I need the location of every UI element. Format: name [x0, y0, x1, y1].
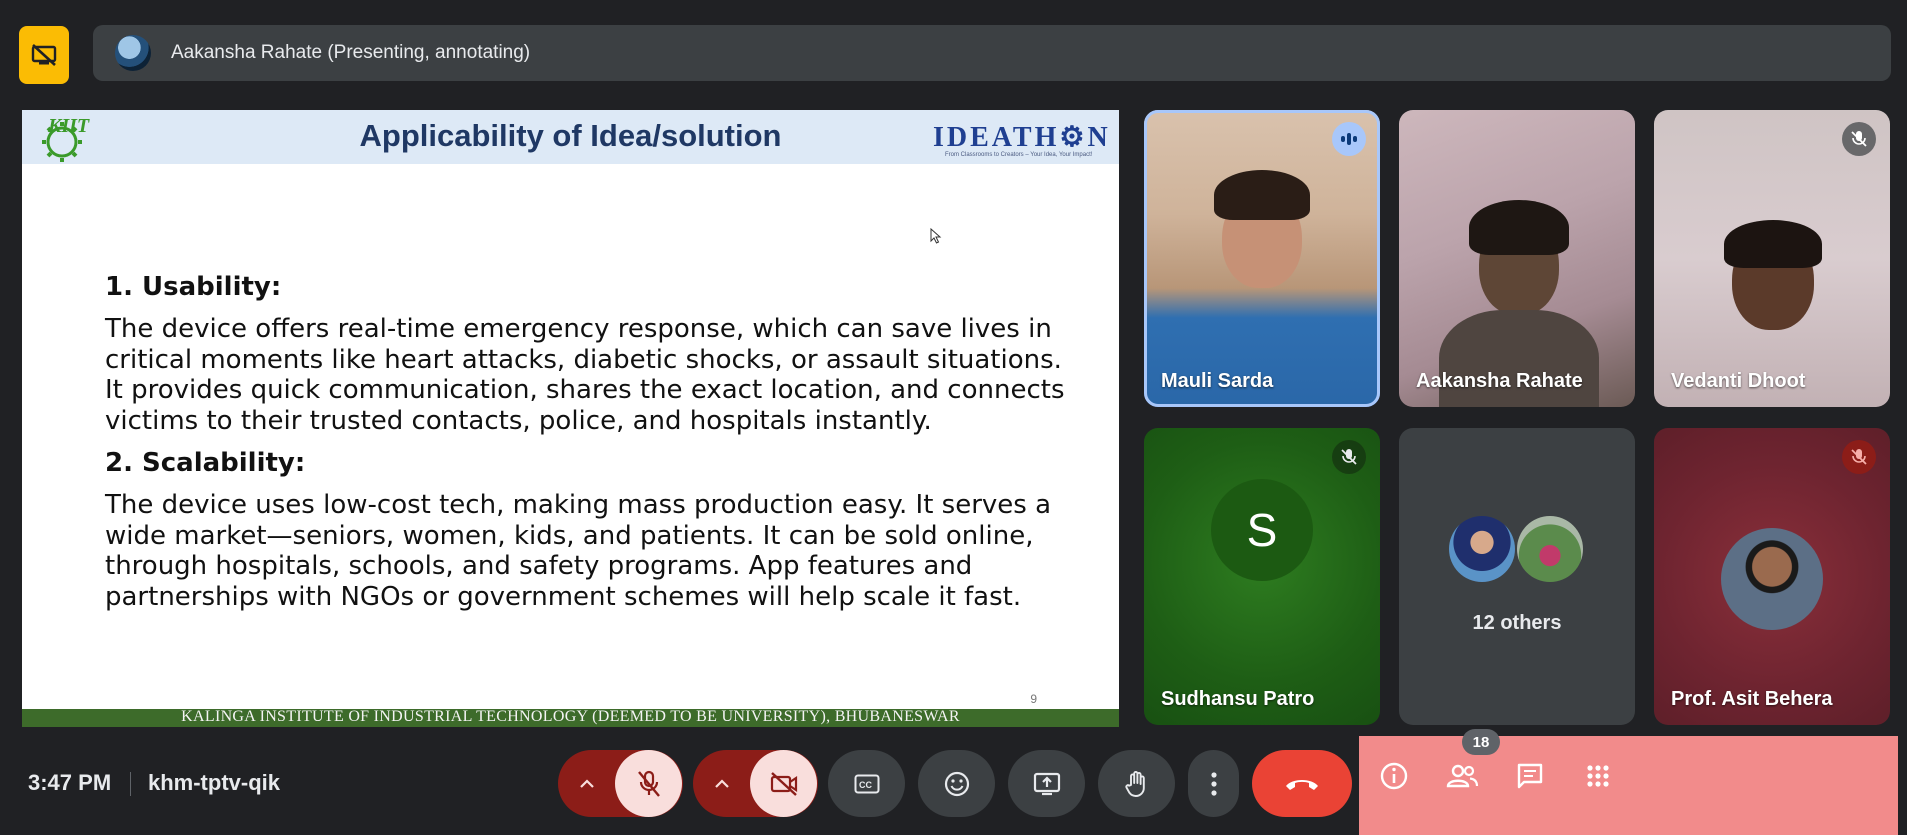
participant-name: Aakansha Rahate [1416, 370, 1583, 392]
participant-name: Sudhansu Patro [1161, 688, 1315, 710]
info-icon [1380, 762, 1408, 790]
meeting-details-button[interactable] [1374, 756, 1414, 796]
chevron-up-icon [715, 778, 729, 788]
participant-name: Vedanti Dhoot [1671, 370, 1806, 392]
mic-off-icon [1842, 440, 1876, 474]
ideathon-logo: IDEATH⚙N From Classrooms to Creators – Y… [933, 122, 1111, 158]
meeting-code[interactable]: khm-tptv-qik [148, 770, 280, 796]
section-heading: 1. Usability: [105, 272, 282, 302]
participant-tile[interactable]: Vedanti Dhoot [1654, 110, 1890, 407]
slide-body: 1. Usability: The device offers real-tim… [105, 272, 1065, 624]
camera-control-group [693, 750, 818, 817]
meeting-time: 3:47 PM [28, 770, 112, 795]
mic-toggle-button[interactable] [615, 750, 682, 817]
presenting-title: Aakansha Rahate (Presenting, annotating) [171, 42, 531, 63]
activities-button[interactable] [1578, 756, 1618, 796]
presenting-banner[interactable]: Aakansha Rahate (Presenting, annotating) [93, 25, 1891, 81]
mic-control-group [558, 750, 683, 817]
stop-presenting-button[interactable] [19, 26, 69, 84]
shared-slide: KIIT Applicability of Idea/solution IDEA… [22, 110, 1119, 727]
svg-text:CC: CC [859, 780, 872, 790]
people-button[interactable] [1442, 756, 1482, 796]
emoji-button[interactable] [918, 750, 995, 817]
participant-tile[interactable]: S Sudhansu Patro [1144, 428, 1380, 725]
others-tile[interactable]: 12 others [1399, 428, 1635, 725]
mic-off-icon [1842, 122, 1876, 156]
avatar [1449, 516, 1515, 582]
participant-name: Prof. Asit Behera [1671, 688, 1833, 710]
presenter-avatar [115, 35, 151, 71]
participant-name: Mauli Sarda [1161, 370, 1274, 392]
camera-toggle-button[interactable] [750, 750, 817, 817]
side-panel-controls [1359, 736, 1898, 835]
participant-tile[interactable]: Mauli Sarda [1144, 110, 1380, 407]
camera-off-icon [770, 771, 797, 796]
emoji-icon [944, 771, 969, 796]
people-count-badge: 18 [1462, 729, 1500, 755]
participant-tile[interactable]: Prof. Asit Behera [1654, 428, 1890, 725]
present-button[interactable] [1008, 750, 1085, 817]
more-options-icon [1210, 771, 1217, 796]
section-text: The device offers real-time emergency re… [105, 314, 1065, 436]
leave-call-button[interactable] [1252, 750, 1352, 817]
chat-button[interactable] [1510, 756, 1550, 796]
raise-hand-button[interactable] [1098, 750, 1175, 817]
video-options-button[interactable] [694, 750, 750, 817]
raise-hand-icon [1124, 770, 1145, 797]
activities-icon [1587, 765, 1609, 787]
chevron-up-icon [580, 778, 594, 788]
slide-page-number: 9 [1030, 692, 1037, 706]
stop-presenting-icon [31, 44, 57, 66]
captions-button[interactable]: CC [828, 750, 905, 817]
participant-tile[interactable]: Aakansha Rahate [1399, 110, 1635, 407]
hang-up-icon [1286, 779, 1318, 790]
people-icon [1446, 764, 1479, 788]
present-icon [1033, 772, 1060, 795]
others-count: 12 others [1472, 612, 1562, 634]
speaking-icon [1332, 122, 1366, 156]
chat-icon [1517, 763, 1543, 789]
slide-header: KIIT Applicability of Idea/solution IDEA… [22, 110, 1119, 164]
more-options-button[interactable] [1188, 750, 1239, 817]
captions-icon: CC [854, 774, 879, 793]
divider [130, 772, 131, 796]
slide-footer: KALINGA INSTITUTE OF INDUSTRIAL TECHNOLO… [22, 708, 1119, 727]
avatar [1517, 516, 1583, 582]
mic-off-icon [1332, 440, 1366, 474]
mouse-cursor-icon [930, 228, 942, 244]
avatar: S [1211, 479, 1313, 581]
mic-off-icon [637, 770, 660, 797]
section-heading: 2. Scalability: [105, 448, 306, 478]
avatar [1721, 528, 1823, 630]
audio-options-button[interactable] [559, 750, 615, 817]
section-text: The device uses low-cost tech, making ma… [105, 490, 1052, 612]
